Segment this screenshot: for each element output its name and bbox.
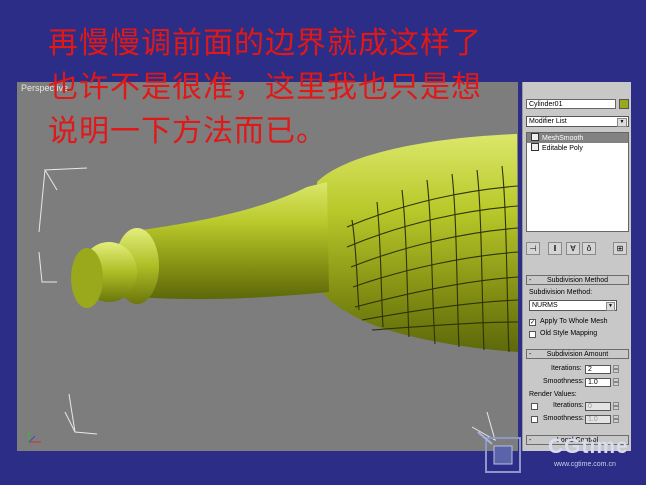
object-color-swatch[interactable] xyxy=(619,99,629,109)
rollout-title: Subdivision Amount xyxy=(546,351,609,358)
bottle-neck-shape xyxy=(127,182,329,300)
render-iterations-label: Iterations: xyxy=(553,402,584,409)
render-iterations-checkbox[interactable] xyxy=(531,403,538,410)
apply-whole-mesh-label: Apply To Whole Mesh xyxy=(540,318,608,325)
render-iterations-spinner-arrows[interactable] xyxy=(613,402,619,411)
iterations-spinner[interactable]: 2 xyxy=(585,365,611,374)
old-style-mapping-checkbox[interactable] xyxy=(529,331,536,338)
configure-modifier-sets-icon[interactable]: ⊞ xyxy=(613,242,627,255)
axis-tripod xyxy=(28,432,41,443)
subdivision-amount-rollout[interactable]: - Subdivision Amount xyxy=(526,349,629,359)
render-iterations-spinner[interactable]: 0 xyxy=(585,402,611,411)
remove-modifier-icon[interactable]: ô xyxy=(582,242,596,255)
iterations-spinner-arrows[interactable] xyxy=(613,365,619,374)
iterations-label: Iterations: xyxy=(551,365,582,372)
chevron-down-icon: ▼ xyxy=(606,302,615,311)
caption-line: 说明一下方法而已。 xyxy=(48,114,327,149)
apply-whole-mesh-checkbox[interactable]: ✓ xyxy=(529,319,536,326)
smoothness-spinner-arrows[interactable] xyxy=(613,378,619,387)
bottle-lip-end xyxy=(71,248,103,308)
show-end-result-icon[interactable]: ‖ xyxy=(548,242,562,255)
bottle-body-shape xyxy=(317,134,518,352)
render-smoothness-spinner[interactable]: 1.0 xyxy=(585,415,611,424)
watermark-brand: CGtime xyxy=(548,435,629,458)
subdivision-method-value: NURMS xyxy=(532,302,558,309)
pin-stack-icon[interactable]: ⊣ xyxy=(526,242,540,255)
smoothness-spinner[interactable]: 1.0 xyxy=(585,378,611,387)
make-unique-icon[interactable]: ∀ xyxy=(566,242,580,255)
stack-toolbar: ⊣ ‖ ∀ ô ⊞ xyxy=(526,242,629,256)
render-values-label: Render Values: xyxy=(529,391,577,398)
render-smoothness-checkbox[interactable] xyxy=(531,416,538,423)
render-smoothness-spinner-arrows[interactable] xyxy=(613,415,619,424)
collapse-icon: - xyxy=(529,351,532,358)
watermark-url: www.cgtime.com.cn xyxy=(554,461,616,468)
render-smoothness-label: Smoothness: xyxy=(543,415,584,422)
caption-line: 再慢慢调前面的边界就成这样了 xyxy=(48,26,482,61)
rollout-title: Subdivision Method xyxy=(546,277,609,284)
subdivision-method-label: Subdivision Method: xyxy=(529,289,593,296)
smoothness-label: Smoothness: xyxy=(543,378,584,385)
caption-line: 也许不是很准，这里我也只是想 xyxy=(48,70,482,105)
subdivision-method-rollout[interactable]: - Subdivision Method xyxy=(526,275,629,285)
collapse-icon: - xyxy=(529,277,532,284)
chevron-down-icon: ▼ xyxy=(617,118,627,127)
old-style-mapping-label: Old Style Mapping xyxy=(540,330,598,337)
subdivision-method-dropdown[interactable]: NURMS ▼ xyxy=(529,300,617,311)
caption-text: 再慢慢调前面的边界就成这样了 也许不是很准，这里我也只是想 说明一下方法而已。 xyxy=(48,22,608,154)
